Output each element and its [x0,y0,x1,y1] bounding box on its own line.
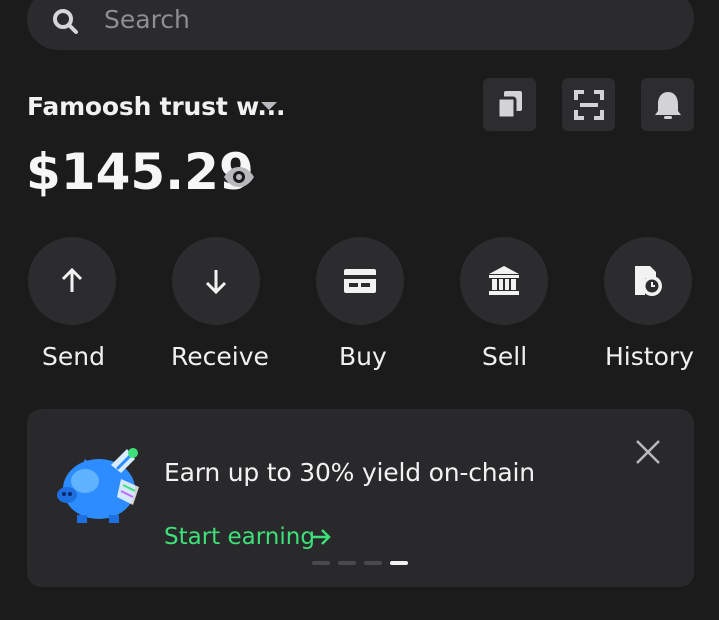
history-label: History [605,342,694,371]
promo-title: Earn up to 30% yield on-chain [164,458,535,487]
buy-action[interactable]: Buy [316,237,436,377]
carousel-dot[interactable] [338,561,356,565]
carousel-indicator [312,561,408,565]
send-button[interactable] [28,237,116,325]
search-icon [53,9,78,34]
history-icon [635,266,662,296]
piggy-bank-icon [57,448,139,523]
notifications-button[interactable] [641,78,694,131]
close-icon[interactable] [635,439,661,465]
carousel-dot[interactable] [364,561,382,565]
copy-icon [496,90,522,119]
sell-button[interactable] [460,237,548,325]
wallet-name[interactable]: Famoosh trust w... [27,91,285,123]
card-icon [344,269,376,293]
start-earning-link[interactable]: Start earning [164,522,315,552]
wallet-balance: $145.29 [26,143,254,201]
sell-action[interactable]: Sell [460,237,580,377]
arrow-up-icon [61,267,83,292]
history-button[interactable] [604,237,692,325]
eye-icon[interactable] [222,163,256,191]
history-action[interactable]: History [604,237,719,377]
arrow-right-icon[interactable] [310,527,332,547]
carousel-dot[interactable] [312,561,330,565]
receive-label: Receive [171,342,269,371]
send-action[interactable]: Send [28,237,148,377]
carousel-dot-active[interactable] [390,561,408,565]
bell-icon [654,91,681,119]
receive-action[interactable]: Receive [171,237,292,377]
receive-button[interactable] [172,237,260,325]
send-label: Send [42,342,105,371]
copy-button[interactable] [483,78,536,131]
buy-label: Buy [339,342,387,371]
sell-label: Sell [482,342,528,371]
search-input[interactable]: Search [104,4,190,36]
arrow-down-icon [205,270,227,295]
buy-button[interactable] [316,237,404,325]
bank-icon [489,266,519,295]
search-bar[interactable]: Search [27,0,694,50]
chevron-down-icon[interactable] [260,100,278,112]
scan-button[interactable] [562,78,615,131]
promo-card[interactable]: Earn up to 30% yield on-chain Start earn… [27,409,694,587]
scan-icon [573,89,604,120]
